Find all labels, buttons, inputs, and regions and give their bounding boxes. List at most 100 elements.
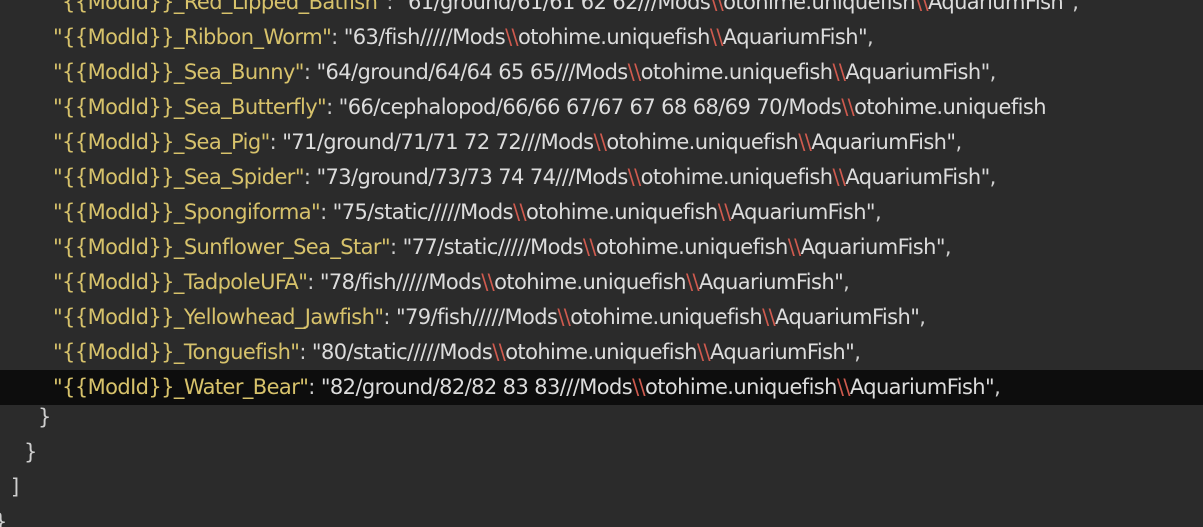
- json-key: "{{ModId}}_Ribbon_Worm": [53, 25, 332, 49]
- code-line-content: "{{ModId}}_Sunflower_Sea_Star": "77/stat…: [53, 230, 952, 265]
- comma: ,: [994, 375, 1001, 399]
- json-value: AquariumFish": [927, 0, 1073, 14]
- code-editor[interactable]: "{{ModId}}_Red_Lipped_Batfish": "61/grou…: [0, 0, 1203, 527]
- json-value: otohime.uniquefish: [505, 340, 698, 364]
- escape-sequence: \\: [914, 0, 929, 14]
- json-value: AquariumFish": [722, 25, 868, 49]
- colon-separator: :: [390, 235, 403, 259]
- escape-sequence: \\: [492, 340, 506, 364]
- json-key: "{{ModId}}_Sea_Bunny": [53, 60, 304, 84]
- json-value: AquariumFish": [698, 270, 844, 294]
- escape-sequence: \\: [709, 25, 724, 49]
- escape-sequence: \\: [582, 235, 597, 259]
- closing-bracket: ]: [11, 475, 19, 499]
- escape-sequence: \\: [481, 270, 495, 294]
- json-value: AquariumFish": [709, 340, 855, 364]
- escape-sequence: \\: [505, 25, 519, 49]
- code-line[interactable]: "{{ModId}}_Red_Lipped_Batfish": "61/grou…: [0, 0, 1203, 20]
- escape-sequence: \\: [798, 130, 812, 154]
- json-value: "63/fish/////Mods: [343, 25, 506, 49]
- comma: ,: [1072, 0, 1079, 14]
- escape-sequence: \\: [632, 375, 646, 399]
- json-value: "78/fish/////Mods: [319, 270, 482, 294]
- comma: ,: [874, 200, 882, 224]
- escape-sequence: \\: [787, 235, 802, 259]
- colon-separator: :: [320, 200, 333, 224]
- code-line-content: "{{ModId}}_Sea_Bunny": "64/ground/64/64 …: [53, 55, 996, 90]
- json-value: otohime.uniquefish: [570, 305, 763, 329]
- code-line-content: "{{ModId}}_Yellowhead_Jawfish": "79/fish…: [53, 300, 926, 335]
- json-value: "64/ground/64/64 65 65///Mods: [316, 60, 628, 84]
- code-line[interactable]: "{{ModId}}_Sea_Pig": "71/ground/71/71 72…: [0, 125, 1203, 160]
- json-value: "82/ground/82/82 83 83///Mods: [320, 375, 633, 399]
- escape-sequence: \\: [513, 200, 527, 224]
- json-key: "{{ModId}}_Sea_Butterfly": [53, 95, 327, 119]
- json-key: "{{ModId}}_Sea_Pig": [53, 130, 270, 154]
- comma: ,: [989, 60, 997, 84]
- json-value: "61/ground/61/61 62 62///Mods: [398, 0, 711, 14]
- code-line-content: "{{ModId}}_Water_Bear": "82/ground/82/82…: [53, 370, 1001, 405]
- json-key: "{{ModId}}_TadpoleUFA": [53, 270, 308, 294]
- closing-brace: }: [38, 405, 51, 429]
- code-line[interactable]: "{{ModId}}_Sunflower_Sea_Star": "77/stat…: [0, 230, 1203, 265]
- colon-separator: :: [299, 340, 312, 364]
- escape-sequence: \\: [685, 270, 700, 294]
- code-line-content: "{{ModId}}_Sea_Spider": "73/ground/73/73…: [53, 160, 996, 195]
- json-value: "79/fish/////Mods: [395, 305, 558, 329]
- code-line[interactable]: "{{ModId}}_Ribbon_Worm": "63/fish/////Mo…: [0, 20, 1203, 55]
- escape-sequence: \\: [841, 95, 855, 119]
- closing-brace: }: [0, 510, 7, 527]
- code-line-current[interactable]: "{{ModId}}_Water_Bear": "82/ground/82/82…: [0, 370, 1203, 405]
- json-value: "66/cephalopod/66/66 67/67 67 68 68/69 7…: [338, 95, 842, 119]
- json-value: otohime.uniquefish: [723, 0, 915, 14]
- escape-sequence: \\: [832, 60, 846, 84]
- colon-separator: :: [326, 95, 339, 119]
- json-value: AquariumFish": [775, 305, 920, 329]
- colon-separator: :: [307, 270, 320, 294]
- code-line[interactable]: "{{ModId}}_Yellowhead_Jawfish": "79/fish…: [0, 300, 1203, 335]
- json-value: otohime.uniquefish: [595, 235, 788, 259]
- code-line-content: "{{ModId}}_Ribbon_Worm": "63/fish/////Mo…: [53, 20, 874, 55]
- json-value: otohime.uniquefish: [645, 375, 837, 399]
- comma: ,: [919, 305, 926, 329]
- escape-sequence: \\: [832, 165, 846, 189]
- comma: ,: [955, 130, 962, 154]
- json-key: "{{ModId}}_Tonguefish": [53, 340, 300, 364]
- code-line[interactable]: "{{ModId}}_Sea_Bunny": "64/ground/64/64 …: [0, 55, 1203, 90]
- json-value: "73/ground/73/73 74 74///Mods: [316, 165, 628, 189]
- code-line-content: "{{ModId}}_Sea_Butterfly": "66/cephalopo…: [53, 90, 1047, 125]
- comma: ,: [944, 235, 952, 259]
- comma: ,: [843, 270, 850, 294]
- code-line[interactable]: "{{ModId}}_Sea_Butterfly": "66/cephalopo…: [0, 90, 1203, 125]
- json-value: "71/ground/71/71 72 72///Mods: [282, 130, 594, 154]
- closing-brace: }: [24, 440, 37, 464]
- json-value: otohime.uniquefish: [854, 95, 1046, 119]
- escape-sequence: \\: [710, 0, 724, 14]
- json-value: otohime.uniquefish: [525, 200, 718, 224]
- json-value: "75/static/////Mods: [332, 200, 514, 224]
- json-key: "{{ModId}}_Spongiforma": [53, 200, 321, 224]
- json-value: AquariumFish": [811, 130, 956, 154]
- escape-sequence: \\: [697, 340, 711, 364]
- code-line[interactable]: "{{ModId}}_Tonguefish": "80/static/////M…: [0, 335, 1203, 370]
- colon-separator: :: [269, 130, 283, 154]
- json-value: otohime.uniquefish: [494, 270, 686, 294]
- json-key: "{{ModId}}_Sea_Spider": [53, 165, 304, 189]
- comma: ,: [854, 340, 861, 364]
- colon-separator: :: [386, 0, 399, 14]
- json-value: "80/static/////Mods: [311, 340, 493, 364]
- json-value: otohime.uniquefish: [640, 165, 833, 189]
- colon-separator: :: [383, 305, 396, 329]
- json-value: AquariumFish": [845, 165, 990, 189]
- json-value: otohime.uniquefish: [640, 60, 833, 84]
- code-line-content: "{{ModId}}_Sea_Pig": "71/ground/71/71 72…: [53, 125, 962, 160]
- json-value: AquariumFish": [730, 200, 876, 224]
- code-line-content: "{{ModId}}_Red_Lipped_Batfish": "61/grou…: [53, 0, 1079, 20]
- escape-sequence: \\: [557, 305, 571, 329]
- colon-separator: :: [331, 25, 344, 49]
- colon-separator: :: [308, 375, 321, 399]
- json-key: "{{ModId}}_Red_Lipped_Batfish": [53, 0, 387, 14]
- code-line[interactable]: "{{ModId}}_Sea_Spider": "73/ground/73/73…: [0, 160, 1203, 195]
- code-line[interactable]: "{{ModId}}_TadpoleUFA": "78/fish/////Mod…: [0, 265, 1203, 300]
- code-line[interactable]: "{{ModId}}_Spongiforma": "75/static/////…: [0, 195, 1203, 230]
